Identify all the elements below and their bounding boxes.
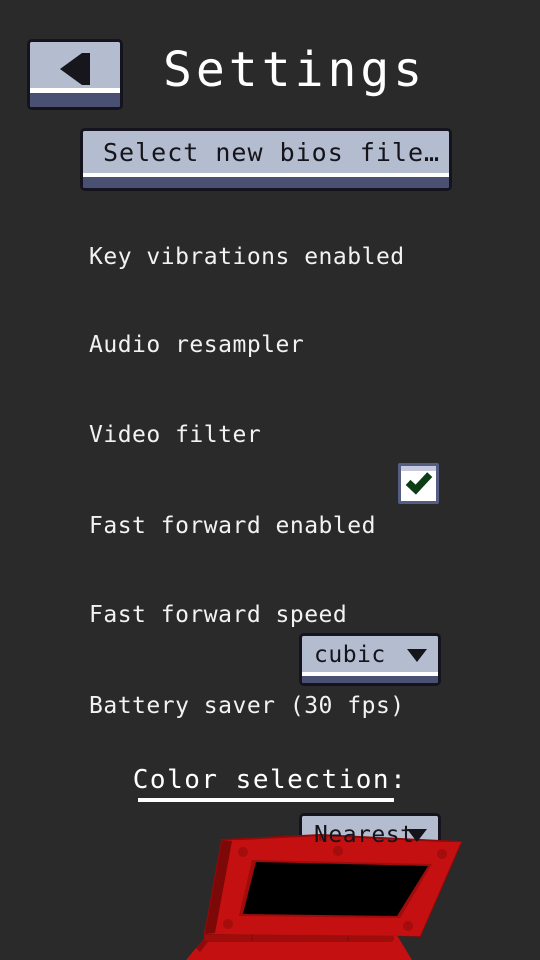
dropdown-value-audio-resampler: cubic xyxy=(314,642,386,668)
chevron-down-icon xyxy=(407,649,427,662)
device-screw-top-left xyxy=(238,847,248,857)
back-button[interactable] xyxy=(27,39,123,110)
row-label-audio-resampler: Audio resampler xyxy=(89,332,305,358)
row-audio-resampler: Audio resampler cubic xyxy=(0,322,540,686)
chevron-down-icon xyxy=(407,829,427,842)
select-bios-file-button[interactable]: Select new bios file… xyxy=(80,128,452,191)
dropdown-value-video-filter: Nearest xyxy=(314,822,415,848)
row-fast-forward-enabled: Fast forward enabled xyxy=(0,502,540,552)
select-bios-file-label: Select new bios file… xyxy=(103,138,441,167)
header-bar: Settings xyxy=(0,0,540,120)
device-screw-bottom-left xyxy=(223,919,233,929)
row-label-video-filter: Video filter xyxy=(89,422,262,448)
color-selection-heading: Color selection: xyxy=(132,765,408,795)
row-key-vibrations: Key vibrations enabled xyxy=(0,232,540,504)
left-arrow-icon-body xyxy=(82,53,90,85)
row-fast-forward-speed: Fast forward speed 1 xyxy=(0,592,540,652)
color-selection-underline xyxy=(138,798,394,802)
device-screw-top-right xyxy=(437,849,447,859)
row-video-filter: Video filter Nearest xyxy=(0,412,540,866)
device-color-preview[interactable] xyxy=(0,820,540,960)
row-label-fast-forward-speed: Fast forward speed xyxy=(89,602,348,628)
back-button-shadow xyxy=(30,93,120,107)
device-screw-bottom-right xyxy=(403,921,413,931)
game-boy-advance-sp-illustration xyxy=(186,833,463,960)
row-label-battery-saver: Battery saver (30 fps) xyxy=(89,693,405,719)
row-battery-saver: Battery saver (30 fps) xyxy=(0,682,540,732)
left-arrow-icon xyxy=(60,53,82,85)
page-title: Settings xyxy=(163,42,427,98)
settings-screen: Settings Select new bios file… Key vibra… xyxy=(0,0,540,960)
row-label-key-vibrations: Key vibrations enabled xyxy=(89,244,405,270)
bios-button-shadow xyxy=(83,177,449,188)
device-screen xyxy=(243,862,428,916)
row-label-fast-forward-enabled: Fast forward enabled xyxy=(89,513,376,539)
